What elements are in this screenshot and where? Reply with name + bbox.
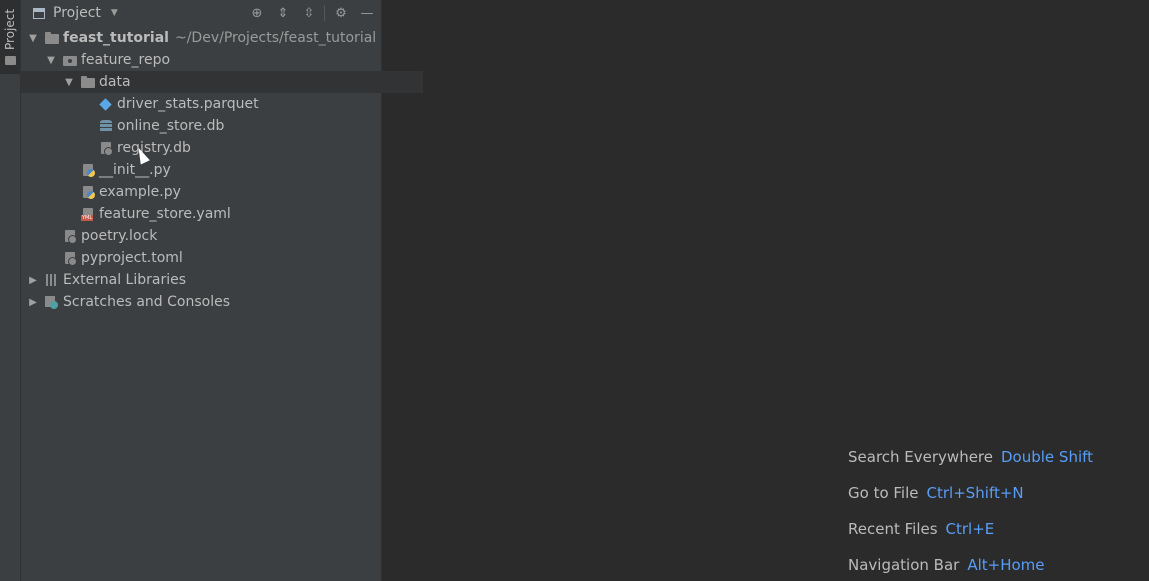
tree-item-init-py[interactable]: __init__.py [21, 159, 423, 181]
chevron-right-icon[interactable]: ▶ [27, 297, 39, 308]
tree-item-driver-stats[interactable]: driver_stats.parquet [21, 93, 441, 115]
tree-item-label: poetry.lock [81, 228, 158, 244]
tree-item-label: feature_repo [81, 52, 171, 68]
hint-shortcut: Alt+Home [967, 556, 1045, 574]
registry-file-icon [99, 141, 113, 156]
library-icon [45, 273, 59, 287]
text-file-icon [63, 229, 77, 244]
tree-item-label: External Libraries [63, 272, 186, 288]
toolbar-divider [324, 5, 325, 21]
tree-item-external-libraries[interactable]: ▶ External Libraries [21, 269, 387, 291]
project-panel: Project ▼ ⊕ ⇕ ⇳ ⚙ — ▼ feast_tutorial ~/D… [21, 0, 423, 581]
left-tool-strip: Project [0, 0, 21, 581]
folder-icon [5, 56, 16, 65]
hint-shortcut: Ctrl+E [945, 520, 995, 538]
tree-item-label: driver_stats.parquet [117, 96, 259, 112]
tree-item-poetry-lock[interactable]: poetry.lock [21, 225, 405, 247]
chevron-down-icon[interactable]: ▼ [63, 77, 75, 88]
tree-item-label: __init__.py [99, 162, 171, 178]
tree-item-label: feast_tutorial [63, 30, 169, 46]
hint-label: Search Everywhere [848, 448, 993, 466]
tree-item-pyproject-toml[interactable]: pyproject.toml [21, 247, 405, 269]
folder-icon [45, 31, 59, 45]
project-view-selector[interactable]: Project ▼ [33, 4, 118, 22]
tree-item-feast-tutorial[interactable]: ▼ feast_tutorial ~/Dev/Projects/feast_tu… [21, 27, 387, 49]
chevron-down-icon[interactable]: ▼ [27, 33, 39, 44]
collapse-all-icon[interactable]: ⇳ [300, 4, 318, 22]
tree-item-label: online_store.db [117, 118, 225, 134]
hint-label: Navigation Bar [848, 556, 960, 574]
tree-item-label: registry.db [117, 140, 191, 156]
hint-recent-files: Recent Files Ctrl+E [848, 520, 994, 538]
tree-item-data[interactable]: ▼ data [21, 71, 423, 93]
minimize-icon[interactable]: — [358, 4, 376, 22]
project-tool-tab-label: Project [3, 8, 17, 50]
tree-item-registry[interactable]: registry.db [21, 137, 441, 159]
tree-item-label: example.py [99, 184, 181, 200]
project-tool-tab[interactable]: Project [0, 0, 20, 74]
parquet-file-icon [99, 97, 113, 111]
hint-navigation-bar: Navigation Bar Alt+Home [848, 556, 1045, 574]
tree-item-label: Scratches and Consoles [63, 294, 230, 310]
python-file-icon [81, 185, 95, 199]
panel-title: Project [53, 5, 101, 21]
panel-header: Project ▼ ⊕ ⇕ ⇳ ⚙ — [21, 0, 381, 26]
database-file-icon [99, 119, 113, 133]
tree-item-feature-store-yaml[interactable]: YML feature_store.yaml [21, 203, 423, 225]
hint-label: Recent Files [848, 520, 938, 538]
chevron-down-icon: ▼ [110, 8, 118, 18]
folder-icon [81, 75, 95, 89]
expand-all-icon[interactable]: ⇕ [274, 4, 292, 22]
tree-item-scratches[interactable]: ▶ Scratches and Consoles [21, 291, 387, 313]
tree-item-example-py[interactable]: example.py [21, 181, 423, 203]
package-folder-icon [63, 53, 77, 67]
yaml-file-icon: YML [81, 207, 95, 221]
hint-search-everywhere: Search Everywhere Double Shift [848, 448, 1093, 466]
project-window-icon [33, 7, 45, 19]
python-file-icon [81, 163, 95, 177]
tree-item-online-store[interactable]: online_store.db [21, 115, 441, 137]
tree-item-label: data [99, 74, 131, 90]
locate-icon[interactable]: ⊕ [248, 4, 266, 22]
gear-icon[interactable]: ⚙ [332, 4, 350, 22]
hint-shortcut: Ctrl+Shift+N [926, 484, 1024, 502]
hint-go-to-file: Go to File Ctrl+Shift+N [848, 484, 1024, 502]
tree-item-feature-repo[interactable]: ▼ feature_repo [21, 49, 405, 71]
tree-item-path: ~/Dev/Projects/feast_tutorial [174, 30, 377, 46]
tree-item-label: pyproject.toml [81, 250, 183, 266]
tree-item-label: feature_store.yaml [99, 206, 231, 222]
scratches-icon [45, 295, 59, 309]
hint-label: Go to File [848, 484, 919, 502]
text-file-icon [63, 251, 77, 266]
chevron-right-icon[interactable]: ▶ [27, 275, 39, 286]
hint-shortcut: Double Shift [1001, 448, 1094, 466]
chevron-down-icon[interactable]: ▼ [45, 55, 57, 66]
